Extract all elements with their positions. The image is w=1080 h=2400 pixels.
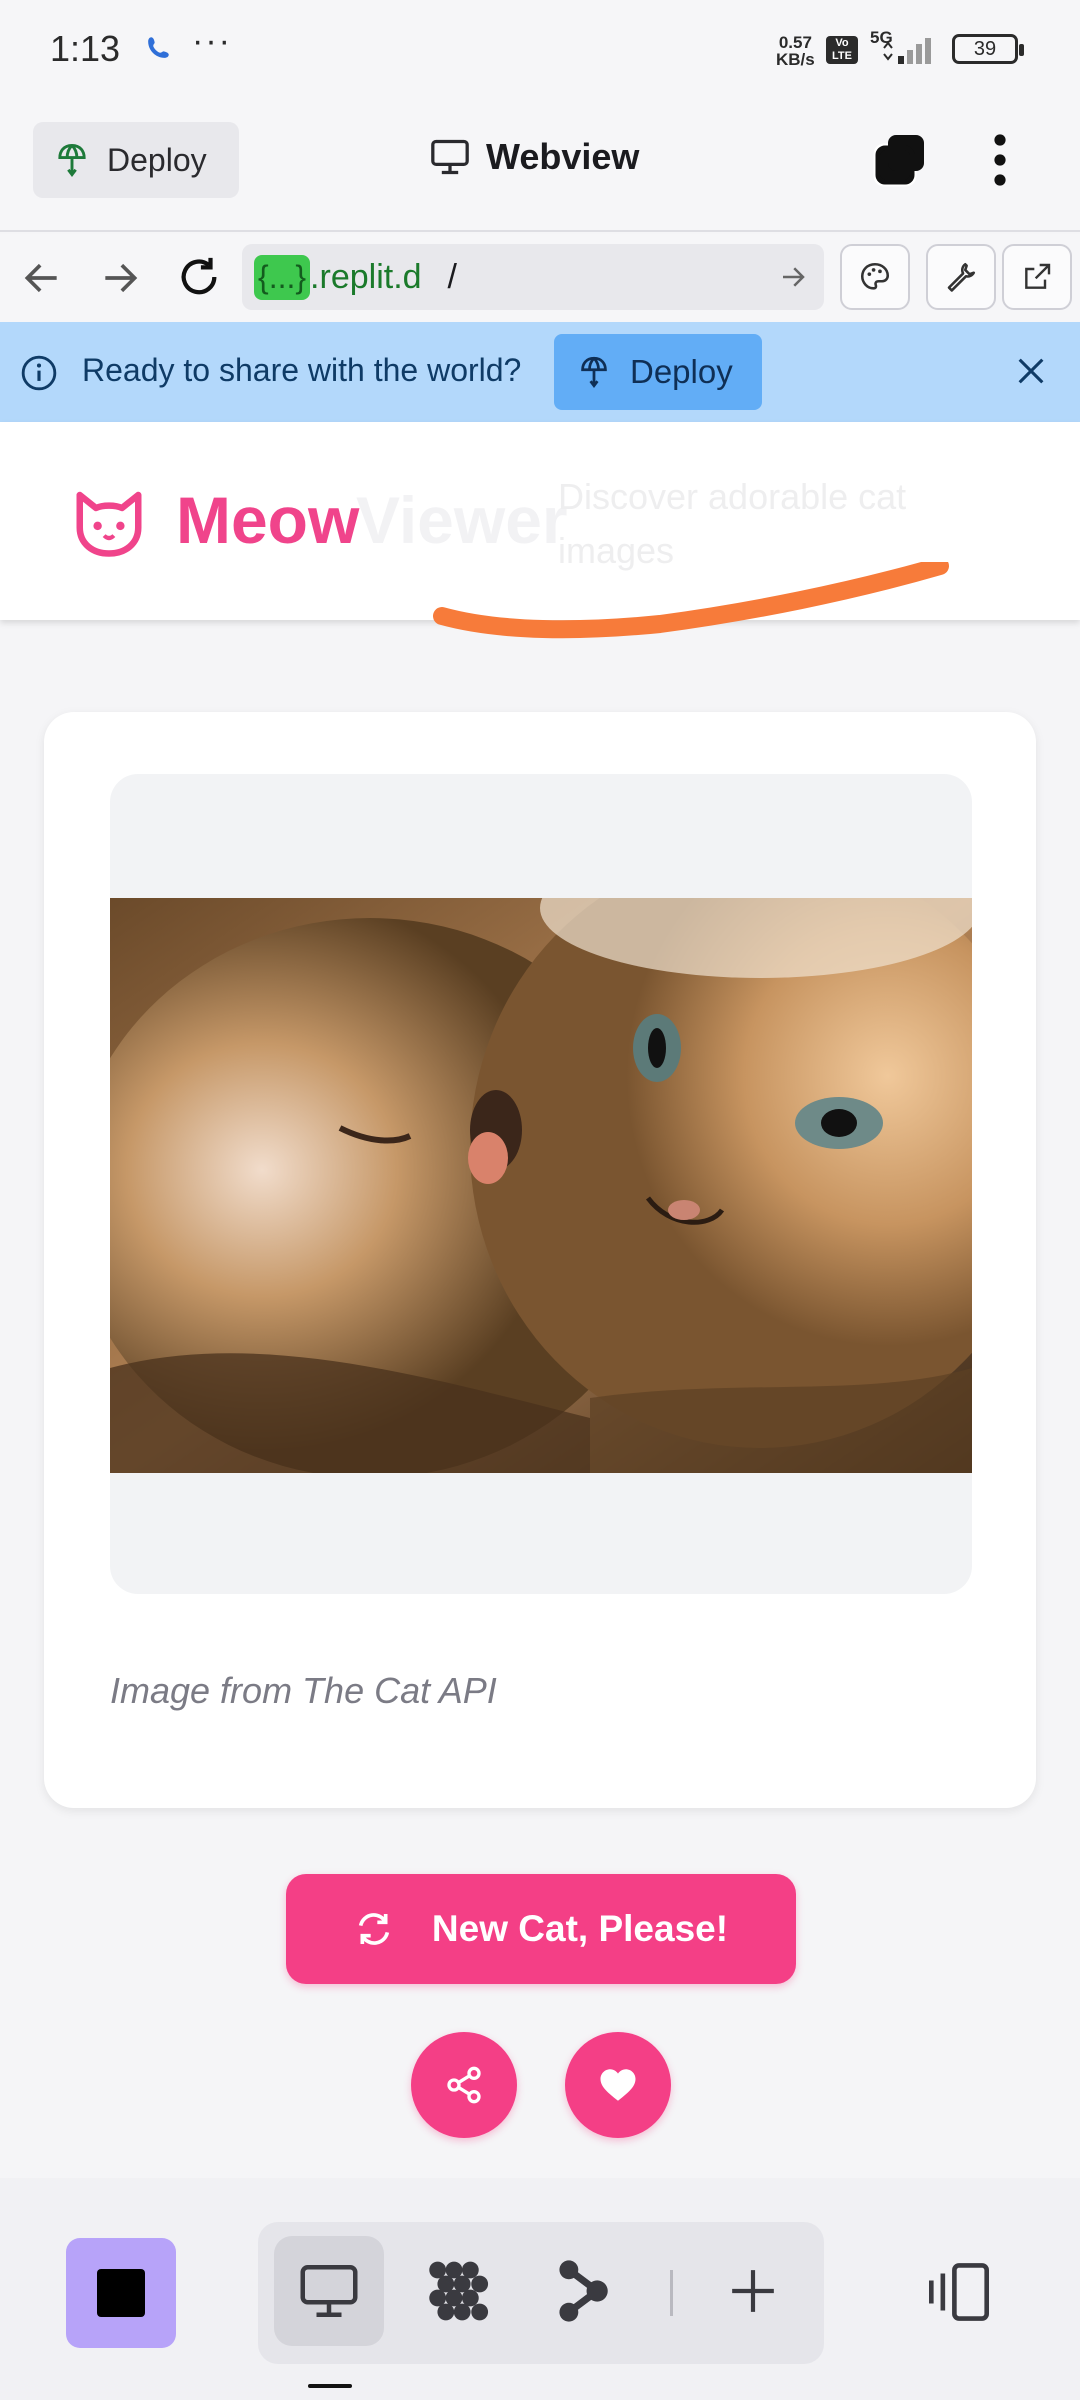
- tabs-icon[interactable]: [872, 132, 928, 188]
- stop-button[interactable]: [66, 2238, 176, 2348]
- banner-deploy-label: Deploy: [630, 353, 733, 390]
- forward-arrow-icon[interactable]: [98, 256, 142, 300]
- status-more-dots: ···: [192, 22, 232, 60]
- cluster-icon: [429, 2261, 489, 2321]
- open-external-button[interactable]: [1002, 244, 1072, 310]
- add-tab-button[interactable]: [698, 2236, 808, 2346]
- image-caption: Image from The Cat API: [110, 1670, 497, 1711]
- branch-icon: [559, 2260, 608, 2322]
- url-masked-segment: {...}: [254, 254, 311, 300]
- heart-icon: [600, 2069, 636, 2101]
- close-icon[interactable]: [1014, 354, 1048, 388]
- url-path: /: [447, 257, 457, 296]
- wrench-icon: [947, 262, 976, 292]
- info-icon: [21, 355, 57, 391]
- monitor-icon: [300, 2265, 358, 2317]
- logo-text-primary: Meow: [176, 483, 360, 557]
- url-host: .replit.d: [310, 257, 422, 296]
- signal-icon: [883, 38, 931, 64]
- cat-logo-icon: [76, 491, 142, 557]
- new-cat-label: New Cat, Please!: [431, 1908, 729, 1949]
- tools-button[interactable]: [926, 244, 996, 310]
- webview-tab[interactable]: [274, 2236, 384, 2346]
- annotation-scribble: [433, 562, 949, 639]
- new-cat-button[interactable]: New Cat, Please!: [286, 1874, 796, 1984]
- status-bar: 1:13 ··· 0.57 KB/s Vo LTE 5G 39: [0, 0, 1080, 100]
- battery-icon: 39: [952, 34, 1024, 64]
- deploy-button[interactable]: Deploy: [33, 122, 239, 198]
- external-link-icon: [1025, 263, 1051, 289]
- cat-image: [110, 898, 972, 1473]
- bottom-toolbar: [0, 2178, 1080, 2400]
- volte-top: Vo: [835, 37, 849, 49]
- url-bar: {...} .replit.d /: [0, 234, 1080, 322]
- go-arrow-icon[interactable]: [778, 262, 808, 292]
- status-time: 1:13: [50, 28, 121, 69]
- app-bar: Deploy Webview: [0, 100, 1080, 232]
- call-icon: [148, 37, 169, 58]
- palette-icon: [860, 262, 890, 290]
- volte-bottom: LTE: [832, 50, 852, 62]
- deploy-label: Deploy: [107, 141, 207, 178]
- monitor-icon: [431, 139, 469, 175]
- back-arrow-icon[interactable]: [20, 256, 64, 300]
- net-speed: 0.57 KB/s: [776, 34, 815, 68]
- banner-message: Ready to share with the world?: [82, 352, 522, 388]
- page-title: Webview: [486, 136, 640, 177]
- deploy-banner: Ready to share with the world? Deploy: [0, 322, 1080, 422]
- dock-separator: [670, 2270, 673, 2316]
- palette-button[interactable]: [840, 244, 910, 310]
- more-vertical-icon[interactable]: [980, 132, 1020, 188]
- share-button[interactable]: [411, 2032, 517, 2138]
- deploy-icon: [58, 143, 86, 177]
- plus-icon: [732, 2270, 774, 2312]
- cat-image-frame: [110, 774, 972, 1594]
- home-indicator: [308, 2384, 352, 2388]
- split-view-icon[interactable]: [924, 2262, 994, 2322]
- favorite-button[interactable]: [565, 2032, 671, 2138]
- webview-content: Meow Viewer Discover adorable cat images: [0, 422, 1080, 2178]
- share-icon: [447, 2066, 481, 2104]
- reload-icon[interactable]: [176, 254, 222, 300]
- net-speed-unit: KB/s: [776, 50, 815, 69]
- stop-icon: [97, 2269, 145, 2317]
- net-speed-value: 0.57: [778, 33, 812, 52]
- workflows-tab[interactable]: [406, 2236, 516, 2346]
- git-tab[interactable]: [528, 2236, 638, 2346]
- refresh-icon: [358, 1913, 390, 1945]
- logo-text-secondary: Viewer: [356, 483, 568, 557]
- url-input[interactable]: {...} .replit.d /: [242, 244, 824, 310]
- volte-badge: Vo LTE: [826, 36, 858, 64]
- deploy-icon: [581, 356, 607, 388]
- tool-dock: [258, 2222, 824, 2364]
- webview-title: Webview: [430, 136, 639, 178]
- banner-deploy-button[interactable]: Deploy: [554, 334, 762, 410]
